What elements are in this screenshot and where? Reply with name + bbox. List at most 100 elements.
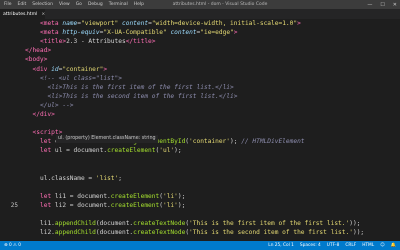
code-line[interactable]: </div>: [0, 110, 400, 119]
code-line[interactable]: [0, 210, 400, 219]
code-token: (document.: [95, 229, 134, 237]
code-token: // HTMLDivElement: [241, 138, 305, 146]
code-line[interactable]: <meta name="viewport" content="width=dev…: [0, 19, 400, 28]
code-token: );: [177, 202, 186, 209]
status-encoding[interactable]: UTF-8: [327, 243, 340, 248]
code-text: <title>2.3 - Attributes</title>: [40, 37, 156, 46]
code-token: ul.className =: [40, 174, 96, 182]
code-text: let li1 = document.createElement('li');: [40, 192, 185, 201]
feedback-icon[interactable]: ☺: [380, 243, 384, 248]
status-indentation[interactable]: Spaces: 4: [300, 243, 321, 248]
status-cursor-position[interactable]: Ln 25, Col 1: [268, 243, 294, 248]
code-line[interactable]: let ul = document.createElement('ul');: [0, 146, 400, 155]
window-controls: — ☐ ✕: [367, 2, 397, 8]
code-token: (document.: [95, 220, 134, 228]
code-token: "container": [62, 65, 104, 73]
code-token: appendChild: [54, 229, 96, 237]
code-token: http-equiv: [62, 29, 100, 37]
code-token: "viewport": [81, 20, 119, 27]
code-token: createTextNode: [133, 229, 186, 237]
minimize-button[interactable]: —: [367, 2, 372, 8]
tab-attributes-html[interactable]: attributes.html ×: [0, 9, 45, 19]
code-token: ));: [349, 220, 361, 228]
code-line[interactable]: ul.className = 'list';: [0, 174, 400, 183]
code-token: 'This is the second item of the first li…: [189, 229, 353, 237]
menu-help[interactable]: Help: [134, 2, 144, 7]
code-token: content: [170, 29, 197, 37]
code-line[interactable]: <title>2.3 - Attributes</title>: [0, 37, 400, 46]
code-token: ;: [118, 174, 122, 182]
code-line[interactable]: 25 let li2 = document.createElement('li')…: [0, 201, 400, 210]
code-text: <meta name="viewport" content="width=dev…: [40, 19, 301, 28]
code-token: );: [174, 147, 182, 155]
status-language[interactable]: HTML: [362, 243, 374, 248]
code-token: id: [51, 65, 59, 73]
status-bar-right: Ln 25, Col 1 Spaces: 4 UTF-8 CRLF HTML ☺ 🔔: [268, 243, 396, 248]
code-text: <div id="container">: [33, 65, 108, 74]
code-token: let: [40, 192, 55, 200]
code-line[interactable]: li1.appendChild(document.createTextNode(…: [0, 219, 400, 228]
code-token: );: [230, 138, 242, 146]
code-line[interactable]: [0, 119, 400, 128]
code-token: "width=device-width, initial-scale=1.0": [151, 20, 298, 27]
code-token: 'list': [95, 174, 119, 182]
tab-bar: attributes.html ×: [0, 9, 400, 19]
status-problems[interactable]: ⊗ 0 ⚠ 0: [4, 243, 21, 248]
code-text: </div>: [33, 110, 55, 119]
code-token: </ul> -->: [40, 101, 74, 109]
code-token: "X-UA-Compatible": [103, 29, 167, 37]
code-token: 'container': [189, 138, 231, 146]
code-text: </head>: [25, 46, 51, 55]
code-line[interactable]: </head>: [0, 46, 400, 55]
code-token: let: [40, 147, 55, 155]
status-line-endings[interactable]: CRLF: [345, 243, 356, 248]
code-line[interactable]: [0, 165, 400, 174]
code-line[interactable]: <li>This is the first item of the first …: [0, 83, 400, 92]
code-token: 'li': [162, 192, 178, 200]
code-line[interactable]: </ul> -->: [0, 101, 400, 110]
code-token: createTextNode: [133, 220, 186, 228]
code-line[interactable]: [0, 156, 400, 165]
menu-debug[interactable]: Debug: [88, 2, 103, 7]
code-line[interactable]: li2.appendChild(document.createTextNode(…: [0, 228, 400, 237]
code-token: createElement: [107, 147, 156, 155]
code-line[interactable]: <li>This is the second item of the first…: [0, 92, 400, 101]
code-line[interactable]: <!-- <ul class="list">: [0, 74, 400, 83]
code-text: ul.className = 'list';: [40, 174, 122, 183]
menu-file[interactable]: File: [4, 2, 12, 7]
code-text: let ul = document.createElement('ul');: [40, 146, 182, 155]
code-text: li1.appendChild(document.createTextNode(…: [40, 219, 360, 228]
code-text: </ul> -->: [40, 101, 74, 110]
code-line[interactable]: [0, 183, 400, 192]
code-token: li1 = document.: [54, 192, 111, 200]
code-line[interactable]: <meta http-equiv="X-UA-Compatible" conte…: [0, 28, 400, 37]
maximize-button[interactable]: ☐: [380, 2, 384, 8]
code-text: <!-- <ul class="list">: [40, 74, 122, 83]
code-line[interactable]: <body>: [0, 55, 400, 64]
menu-view[interactable]: View: [59, 2, 70, 7]
code-token: </div>: [32, 111, 55, 118]
code-token: <body>: [25, 56, 48, 64]
code-token: ));: [352, 229, 365, 237]
code-token: 'This is the first item of the first lis…: [189, 220, 350, 228]
menu-terminal[interactable]: Terminal: [109, 2, 128, 7]
code-line[interactable]: <div id="container">: [0, 65, 400, 74]
menu-selection[interactable]: Selection: [32, 2, 53, 7]
close-window-button[interactable]: ✕: [393, 2, 397, 8]
code-token: createElement: [110, 192, 160, 200]
code-token: li2.: [40, 229, 55, 237]
code-token: ul = document.: [54, 147, 108, 155]
code-token: </head>: [25, 47, 52, 55]
code-token: 'li': [162, 202, 178, 209]
menu-go[interactable]: Go: [76, 2, 82, 7]
code-text: <li>This is the first item of the first …: [48, 83, 234, 92]
close-icon[interactable]: ×: [41, 12, 45, 17]
code-token: li2 = document.: [54, 202, 111, 209]
menu-edit[interactable]: Edit: [18, 2, 27, 7]
hover-tooltip: ul. (property) Element.className: string: [56, 135, 158, 143]
code-token: 'ul': [159, 147, 175, 155]
code-line[interactable]: let li1 = document.createElement('li');: [0, 192, 400, 201]
code-editor[interactable]: <meta name="viewport" content="width=dev…: [0, 19, 400, 241]
code-token: </title>: [125, 38, 156, 46]
notifications-icon[interactable]: 🔔: [391, 243, 396, 248]
